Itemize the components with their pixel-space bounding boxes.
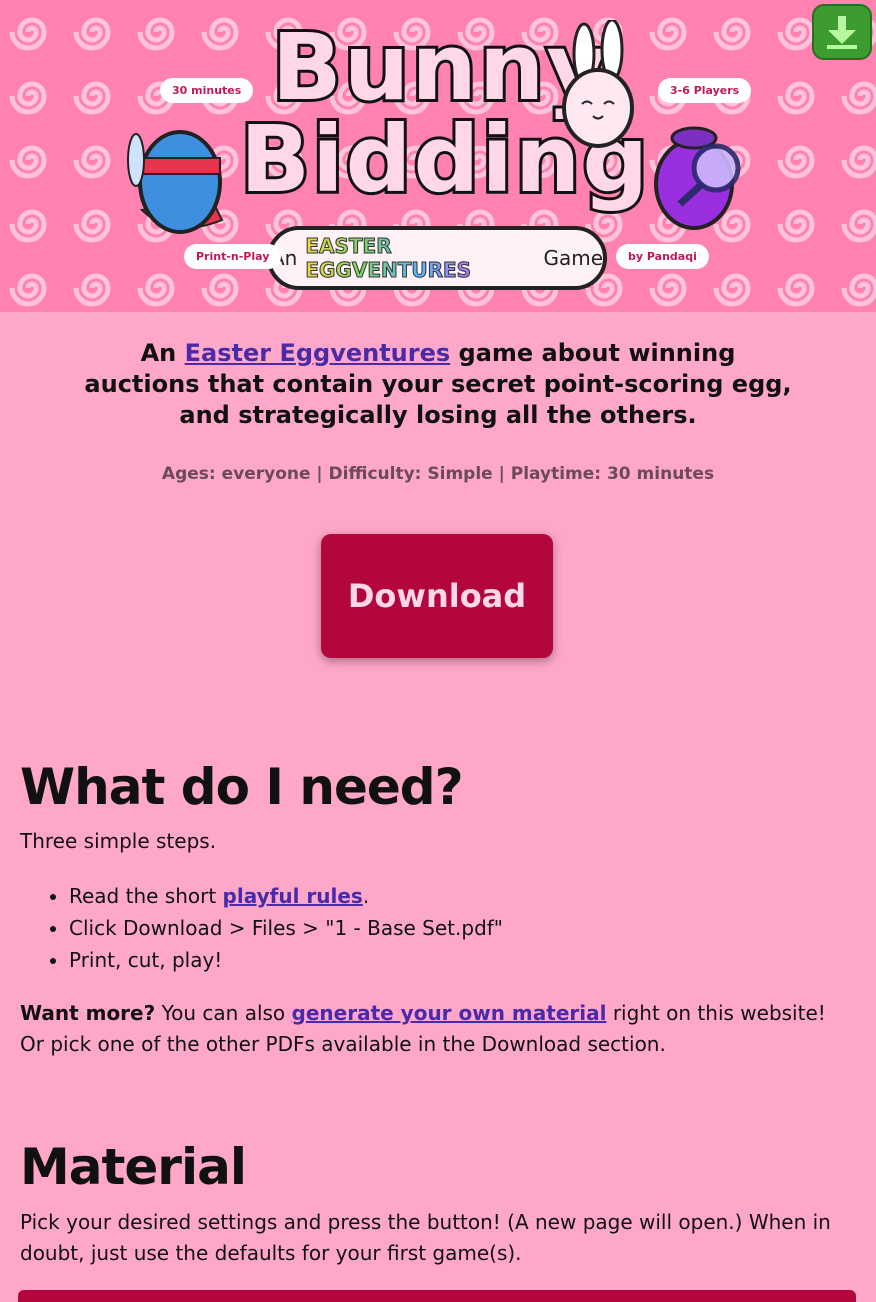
need-subtitle: Three simple steps. — [20, 829, 217, 853]
subtitle-suffix: Game — [543, 246, 603, 270]
detective-egg-icon — [654, 126, 741, 230]
easter-eggventures-link[interactable]: Easter Eggventures — [185, 339, 451, 367]
ninja-egg-icon — [127, 130, 224, 234]
sticker-author: by Pandaqi — [616, 244, 709, 269]
playful-rules-link[interactable]: playful rules — [223, 884, 363, 908]
list-item: Click Download > Files > "1 - Base Set.p… — [69, 912, 503, 944]
material-text: Pick your desired settings and press the… — [20, 1210, 831, 1265]
download-button[interactable]: Download — [321, 534, 553, 658]
list-item: Print, cut, play! — [69, 944, 503, 976]
bunny-egg-icon — [562, 20, 634, 148]
list-item: Read the short playful rules. — [69, 880, 503, 912]
sticker-time: 30 minutes — [160, 78, 254, 103]
download-arrow-icon — [827, 16, 857, 49]
intro-text: An Easter Eggventures game about winning… — [80, 338, 796, 431]
header-banner: Bunny Bidding An EASTER EGGVENTURES Game… — [0, 0, 876, 312]
intro-prefix: An — [140, 339, 177, 367]
step1-suffix: . — [362, 884, 370, 908]
sticker-players: 3-6 Players — [658, 78, 752, 103]
need-heading: What do I need? — [20, 758, 464, 816]
steps-list: Read the short playful rules. Click Down… — [20, 880, 503, 976]
subtitle-badge: An EASTER EGGVENTURES Game — [267, 226, 607, 290]
settings-panel-top — [18, 1290, 856, 1302]
step1-prefix: Read the short — [69, 884, 217, 908]
want-more-prefix: You can also — [161, 1001, 286, 1025]
generate-material-link[interactable]: generate your own material — [292, 1001, 607, 1025]
sticker-print: Print-n-Play — [184, 244, 282, 269]
want-more-label: Want more? — [20, 1001, 156, 1025]
subtitle-brand: EASTER EGGVENTURES — [305, 234, 535, 283]
game-meta: Ages: everyone | Difficulty: Simple | Pl… — [161, 464, 715, 484]
download-shortcut-button[interactable] — [812, 4, 872, 60]
material-heading: Material — [20, 1138, 247, 1196]
want-more-text: Want more? You can also generate your ow… — [20, 998, 856, 1060]
